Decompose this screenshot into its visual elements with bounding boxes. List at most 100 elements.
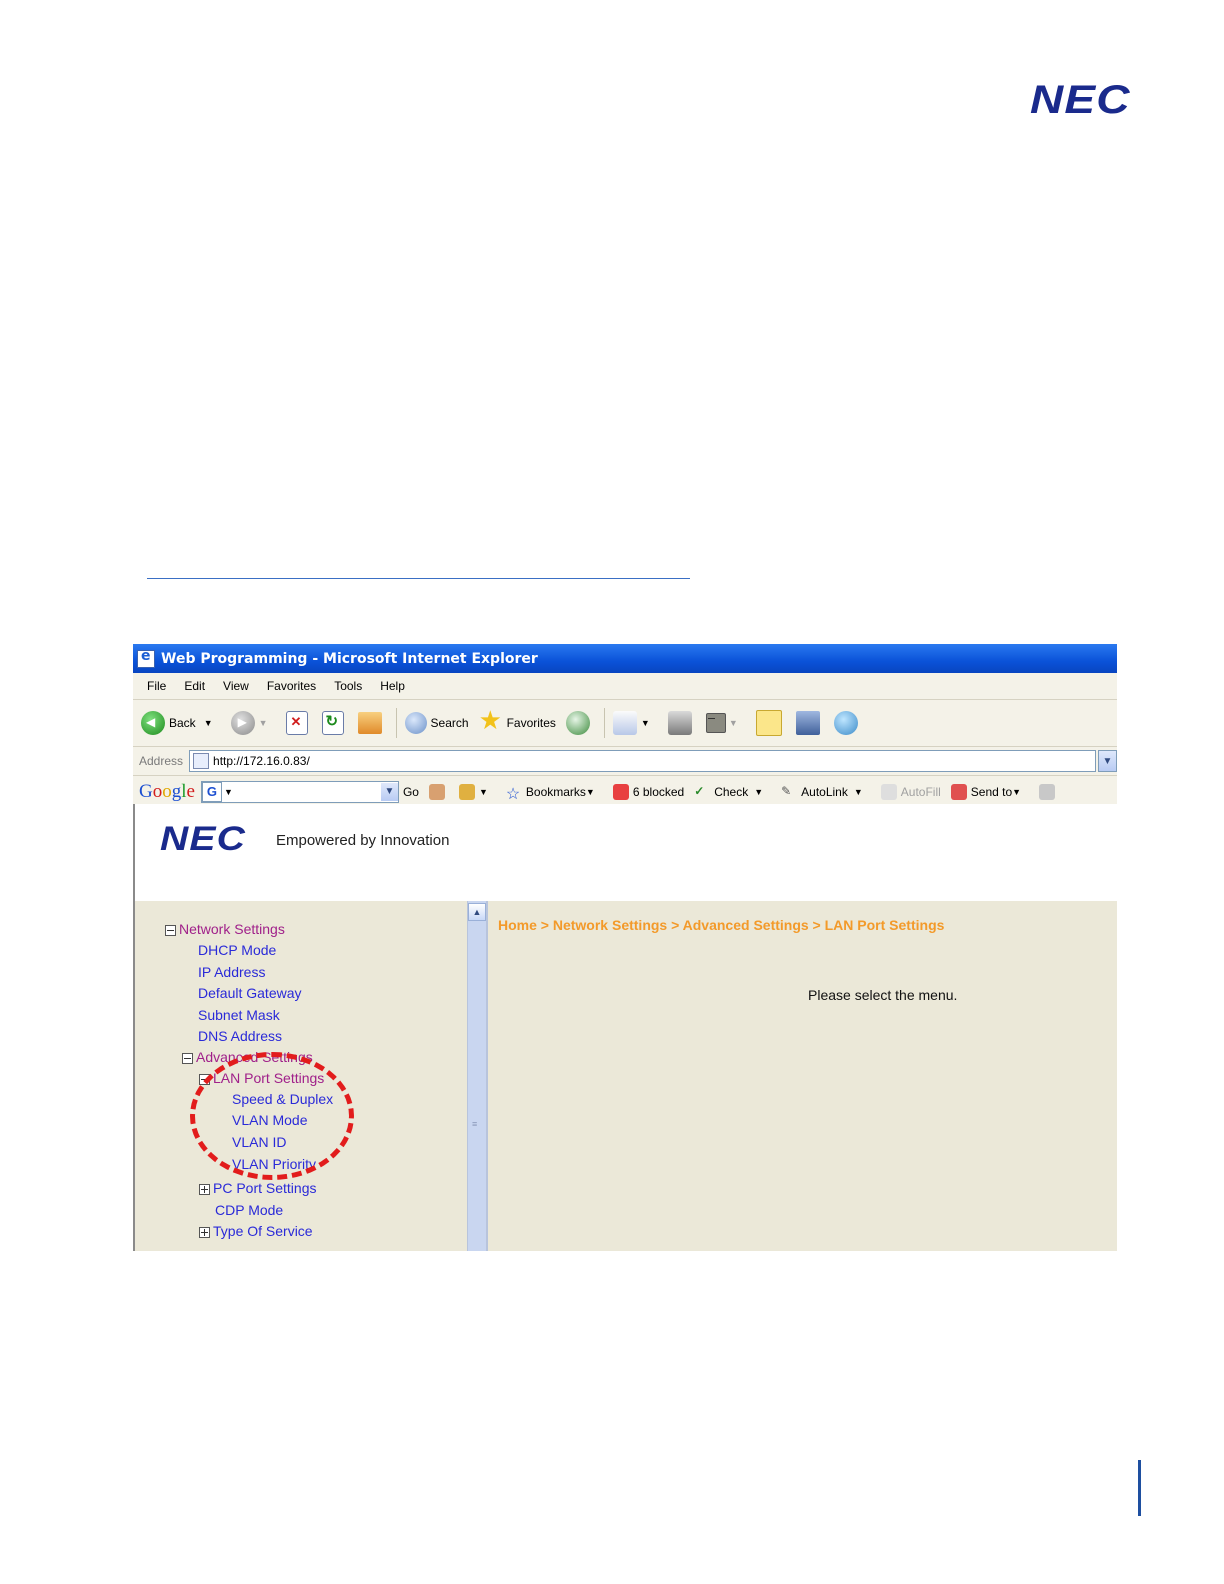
tree-item-dhcp-mode[interactable]: DHCP Mode: [198, 942, 276, 958]
edit-button[interactable]: ▼: [705, 713, 746, 733]
scroll-up-button[interactable]: ▲: [468, 903, 486, 921]
tree-item-lan-port-settings[interactable]: LAN Port Settings: [199, 1070, 324, 1086]
tree-item-vlan-id[interactable]: VLAN ID: [232, 1134, 286, 1150]
options-icon: [458, 783, 475, 800]
page-content: NEC Empowered by Innovation Network Sett…: [133, 804, 1117, 1251]
history-button[interactable]: [565, 711, 594, 735]
popup-blocker-icon: [612, 783, 629, 800]
tree-item-pc-port-settings[interactable]: PC Port Settings: [199, 1180, 317, 1196]
select-menu-message: Please select the menu.: [808, 987, 958, 1003]
tree-item-cdp-mode[interactable]: CDP Mode: [215, 1202, 283, 1218]
google-logo[interactable]: Google: [139, 781, 195, 803]
address-label: Address: [139, 754, 184, 768]
chevron-down-icon[interactable]: ▼: [641, 718, 650, 728]
collapse-icon[interactable]: [165, 924, 176, 936]
tree-item-dns-address[interactable]: DNS Address: [198, 1028, 282, 1044]
go-button[interactable]: Go: [403, 785, 419, 799]
highlighter-icon: [1039, 783, 1056, 800]
menu-tools[interactable]: Tools: [330, 679, 366, 693]
expand-icon[interactable]: [199, 1183, 210, 1195]
favorites-button[interactable]: Favorites: [479, 705, 556, 736]
back-arrow-icon: [141, 711, 165, 735]
chevron-down-icon[interactable]: ▼: [854, 787, 863, 797]
tree-item-network-settings[interactable]: Network Settings: [165, 921, 285, 937]
sendto-button[interactable]: Send to ▼: [950, 783, 1029, 800]
tree-item-vlan-priority[interactable]: VLAN Priority: [232, 1156, 316, 1172]
blocked-label: 6 blocked: [632, 784, 685, 799]
chevron-down-icon: ▼: [585, 786, 595, 797]
tree-item-vlan-mode[interactable]: VLAN Mode: [232, 1112, 307, 1128]
stop-button[interactable]: [285, 711, 312, 735]
tree-item-ip-address[interactable]: IP Address: [198, 964, 265, 980]
frame-scrollbar[interactable]: ▲ ≡: [467, 901, 486, 1251]
autofill-label: AutoFill: [900, 784, 941, 799]
home-button[interactable]: [357, 712, 386, 734]
address-dropdown[interactable]: ▼: [1098, 750, 1117, 772]
bookmarks-label: Bookmarks: [525, 784, 586, 799]
nec-page-logo: NEC: [1030, 78, 1131, 122]
back-button[interactable]: Back ▼: [141, 711, 221, 735]
breadcrumb[interactable]: Home > Network Settings > Advanced Setti…: [498, 917, 944, 933]
stop-icon: [285, 711, 308, 735]
chevron-down-icon[interactable]: ▼: [729, 718, 738, 728]
chevron-down-icon[interactable]: ▼: [204, 718, 213, 728]
chevron-down-icon[interactable]: ▼: [224, 787, 233, 797]
print-button[interactable]: [667, 711, 696, 735]
tree-item-default-gateway[interactable]: Default Gateway: [198, 985, 302, 1001]
star-icon: [479, 705, 503, 736]
chevron-down-icon: ▼: [1102, 755, 1113, 767]
menu-view[interactable]: View: [219, 679, 253, 693]
standard-toolbar: Back ▼ ▼ Search Favorites ▼ ▼: [133, 700, 1117, 747]
autofill-icon: [880, 783, 897, 800]
research-button[interactable]: [795, 711, 824, 735]
collapse-icon[interactable]: [199, 1073, 210, 1085]
menu-edit[interactable]: Edit: [180, 679, 209, 693]
menu-help[interactable]: Help: [376, 679, 409, 693]
autofill-button[interactable]: AutoFill: [880, 783, 941, 800]
notes-button[interactable]: [755, 710, 786, 736]
address-bar: Address http://172.16.0.83/ ▼: [133, 747, 1117, 776]
options-button[interactable]: ▼: [458, 783, 496, 800]
spellcheck-button[interactable]: ✓ Check ▼: [694, 784, 771, 800]
address-url: http://172.16.0.83/: [213, 754, 310, 768]
home-icon: [357, 712, 382, 734]
google-search-input[interactable]: G ▼ ▼: [200, 780, 399, 803]
research-icon: [795, 711, 820, 735]
page-icon: [193, 753, 210, 769]
navigation-tree: Network Settings DHCP Mode IP Address De…: [135, 901, 467, 1251]
collapse-icon[interactable]: [182, 1052, 193, 1064]
mail-icon: [612, 711, 637, 735]
chevron-down-icon[interactable]: ▼: [479, 787, 488, 797]
bookmarks-button[interactable]: ☆ Bookmarks ▼: [506, 784, 603, 803]
history-icon: [565, 711, 590, 735]
tree-item-type-of-service[interactable]: Type Of Service: [199, 1223, 313, 1239]
chevron-down-icon[interactable]: ▼: [754, 787, 763, 797]
address-input[interactable]: http://172.16.0.83/: [189, 750, 1096, 772]
menu-bar: File Edit View Favorites Tools Help: [133, 673, 1117, 700]
highlight-button[interactable]: [1039, 783, 1059, 800]
menu-favorites[interactable]: Favorites: [263, 679, 320, 693]
chevron-down-icon[interactable]: ▼: [259, 718, 268, 728]
autolink-button[interactable]: ✎ AutoLink ▼: [781, 784, 871, 800]
search-label: Search: [430, 716, 469, 730]
refresh-button[interactable]: [321, 711, 348, 735]
tree-item-subnet-mask[interactable]: Subnet Mask: [198, 1007, 280, 1023]
scroll-grip-icon: ≡: [472, 1119, 478, 1129]
menu-file[interactable]: File: [143, 679, 170, 693]
tree-item-speed-duplex[interactable]: Speed & Duplex: [232, 1091, 333, 1107]
chevron-down-icon[interactable]: ▼: [380, 782, 398, 801]
wand-icon: ✎: [781, 783, 792, 798]
forward-button[interactable]: ▼: [230, 711, 276, 735]
popup-blocker-button[interactable]: 6 blocked: [612, 783, 685, 800]
toolbar-separator: [603, 708, 605, 738]
sendto-label: Send to: [970, 784, 1013, 799]
google-g-icon[interactable]: G: [201, 781, 222, 802]
tree-item-advanced-settings[interactable]: Advanced Settings: [182, 1049, 313, 1065]
expand-icon[interactable]: [199, 1226, 210, 1238]
chevron-down-icon: ▼: [1012, 786, 1022, 797]
messenger-button[interactable]: [833, 711, 862, 735]
mail-button[interactable]: ▼: [612, 711, 658, 735]
pagerank-button[interactable]: [428, 783, 449, 800]
check-label: Check: [714, 784, 749, 799]
search-button[interactable]: Search: [404, 712, 469, 734]
